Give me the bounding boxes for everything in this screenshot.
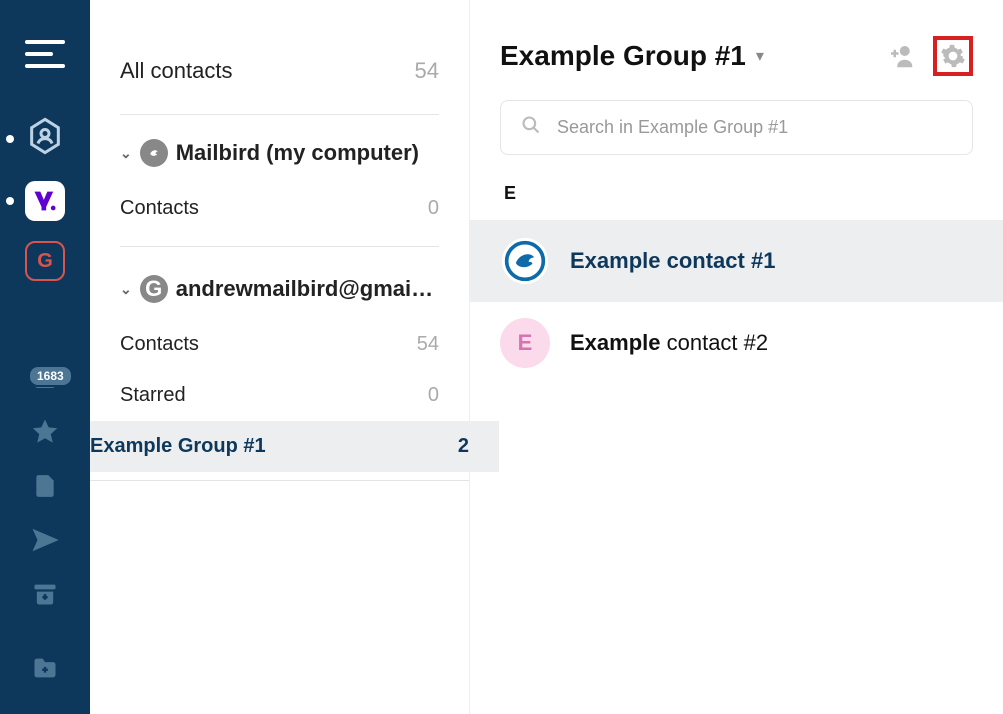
google-avatar-icon: G: [140, 275, 168, 303]
mailbird-avatar-icon: [140, 139, 168, 167]
caret-down-icon: ▾: [756, 46, 764, 66]
account-header-gmail[interactable]: ⌄ G andrewmailbird@gmail....: [120, 251, 439, 319]
add-contact-button[interactable]: [881, 36, 921, 76]
folder-plus-icon: [28, 651, 62, 685]
account-name: Mailbird (my computer): [176, 140, 419, 166]
contact-name: Example contact #1: [570, 248, 775, 274]
account-header-mailbird[interactable]: ⌄ Mailbird (my computer): [120, 115, 439, 183]
all-contacts-count: 54: [415, 58, 439, 84]
gear-icon: [940, 43, 966, 69]
main-panel: Example Group #1 ▾ E: [470, 0, 1003, 714]
folder-starred-gmail[interactable]: Starred 0: [120, 370, 439, 421]
send-icon: [28, 523, 62, 557]
chevron-down-icon: ⌄: [120, 281, 132, 298]
section-letter: E: [504, 183, 973, 204]
contact-name: Example contact #2: [570, 330, 768, 356]
chevron-down-icon: ⌄: [120, 145, 132, 162]
folder-contacts-gmail[interactable]: Contacts 54: [120, 319, 439, 370]
rail-inbox[interactable]: 1683: [0, 361, 90, 395]
account-yahoo[interactable]: [0, 181, 90, 221]
file-icon: [28, 469, 62, 503]
rail-sent[interactable]: [0, 523, 90, 557]
folder-contacts-mailbird[interactable]: Contacts 0: [120, 183, 439, 234]
contacts-hex-icon: [25, 116, 65, 161]
search-icon: [521, 115, 541, 140]
contact-row[interactable]: E Example contact #2: [470, 302, 1003, 384]
group-settings-button[interactable]: [933, 36, 973, 76]
sidebar-all-contacts[interactable]: All contacts 54: [120, 40, 439, 115]
contact-avatar: E: [500, 318, 550, 368]
rail-starred[interactable]: [0, 415, 90, 449]
rail-files[interactable]: [0, 469, 90, 503]
rail-archive[interactable]: [0, 577, 90, 611]
folder-example-group[interactable]: Example Group #1 2: [60, 421, 499, 472]
search-box[interactable]: [500, 100, 973, 155]
account-contacts[interactable]: [0, 116, 90, 161]
search-input[interactable]: [557, 117, 952, 138]
yahoo-icon: [25, 181, 65, 221]
group-title-dropdown[interactable]: Example Group #1 ▾: [500, 40, 764, 72]
menu-button[interactable]: [25, 40, 65, 68]
archive-icon: [28, 577, 62, 611]
account-google[interactable]: G: [0, 241, 90, 281]
all-contacts-label: All contacts: [120, 58, 233, 84]
rail-new-folder[interactable]: [0, 651, 90, 685]
account-name: andrewmailbird@gmail....: [176, 276, 436, 302]
nav-rail: G 1683: [0, 0, 90, 714]
google-icon: G: [25, 241, 65, 281]
star-icon: [28, 415, 62, 449]
contact-avatar: [500, 236, 550, 286]
sidebar-panel: All contacts 54 ⌄ Mailbird (my computer)…: [90, 0, 470, 714]
inbox-badge: 1683: [28, 365, 73, 387]
contact-row[interactable]: Example contact #1: [470, 220, 1003, 302]
group-title: Example Group #1: [500, 40, 746, 72]
